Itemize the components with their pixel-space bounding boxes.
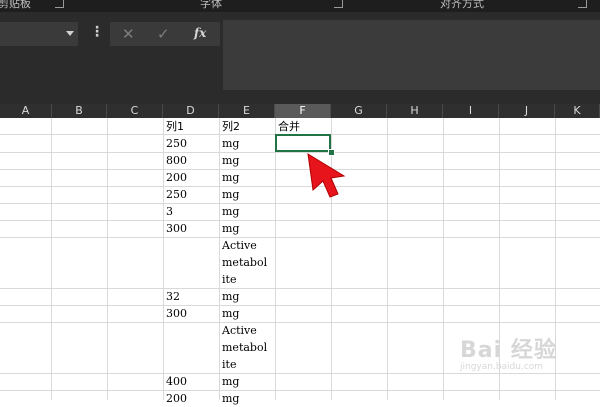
cell-d13: 200 <box>166 392 187 405</box>
cell-d7: 300 <box>166 222 187 235</box>
column-header-a[interactable]: A <box>0 104 52 118</box>
column-header-e[interactable]: E <box>219 104 275 118</box>
chevron-down-icon[interactable] <box>66 31 74 36</box>
watermark-url: jingyan.baidu.com <box>460 362 544 372</box>
cell-e11-line1: Active <box>222 324 257 337</box>
insert-function-icon[interactable]: fx <box>194 26 206 40</box>
grid-line <box>51 118 52 400</box>
cell-e11-line3: ite <box>222 358 237 371</box>
grid-line <box>443 118 444 400</box>
grid-line <box>387 118 388 400</box>
cell-e9: mg <box>222 290 240 303</box>
cell-e10: mg <box>222 307 240 320</box>
watermark: Bai 经验 jingyan.baidu.com <box>460 332 557 372</box>
grid-line <box>0 237 600 238</box>
column-header-d[interactable]: D <box>163 104 219 118</box>
font-launcher-icon[interactable] <box>334 0 343 8</box>
grid-line <box>0 390 600 391</box>
cell-d9: 32 <box>166 290 180 303</box>
cell-d4: 200 <box>166 171 187 184</box>
column-header-b[interactable]: B <box>52 104 107 118</box>
cell-e12: mg <box>222 375 240 388</box>
cell-f1: 合并 <box>278 120 300 133</box>
column-headers: A B C D E F G H I J K <box>0 104 600 118</box>
watermark-logo: Bai 经验 <box>460 338 557 363</box>
cell-d1: 列1 <box>166 120 184 133</box>
cell-e2: mg <box>222 137 240 150</box>
column-header-i[interactable]: I <box>443 104 499 118</box>
grid-line <box>275 118 276 400</box>
alignment-launcher-icon[interactable] <box>578 0 587 8</box>
ribbon-group-font-label: 字体 <box>200 0 222 10</box>
cell-e8-line3: ite <box>222 273 237 286</box>
cell-d5: 250 <box>166 188 187 201</box>
grid-line <box>0 203 600 204</box>
cell-e7: mg <box>222 222 240 235</box>
column-header-k[interactable]: K <box>555 104 600 118</box>
cell-e8-line1: Active <box>222 239 257 252</box>
cell-d3: 800 <box>166 154 187 167</box>
cell-d12: 400 <box>166 375 187 388</box>
grid-line <box>0 373 600 374</box>
ribbon-group-alignment-label: 对齐方式 <box>440 0 484 10</box>
cell-e11-line2: metabol <box>222 341 268 354</box>
cell-d6: 3 <box>166 205 173 218</box>
cell-e13: mg <box>222 392 240 405</box>
grid-line <box>219 118 220 400</box>
column-header-c[interactable]: C <box>107 104 163 118</box>
cell-e8-line2: metabol <box>222 256 268 269</box>
formula-input[interactable] <box>223 20 600 90</box>
cell-e5: mg <box>222 188 240 201</box>
cell-d10: 300 <box>166 307 187 320</box>
grid-line <box>0 322 600 323</box>
clipboard-launcher-icon[interactable] <box>55 0 64 8</box>
grid-line <box>0 220 600 221</box>
red-arrow-pointer-icon <box>307 153 346 198</box>
cell-e1: 列2 <box>222 120 240 133</box>
ribbon-group-labels: 剪贴板 字体 对齐方式 <box>0 0 600 12</box>
grid-line <box>0 305 600 306</box>
cell-e4: mg <box>222 171 240 184</box>
more-options-icon[interactable]: ⋮ <box>90 24 104 40</box>
grid-line <box>107 118 108 400</box>
grid-line <box>163 118 164 400</box>
cell-e3: mg <box>222 154 240 167</box>
cancel-icon[interactable]: ✕ <box>122 25 135 43</box>
column-header-j[interactable]: J <box>499 104 555 118</box>
ribbon-group-clipboard-label: 剪贴板 <box>0 0 31 10</box>
formula-bar: ⋮ ✕ ✓ fx <box>0 12 600 104</box>
column-header-h[interactable]: H <box>387 104 443 118</box>
cell-d2: 250 <box>166 137 187 150</box>
column-header-g[interactable]: G <box>331 104 387 118</box>
column-header-f[interactable]: F <box>275 104 331 118</box>
cell-e6: mg <box>222 205 240 218</box>
grid-line <box>0 288 600 289</box>
enter-icon[interactable]: ✓ <box>157 25 170 43</box>
